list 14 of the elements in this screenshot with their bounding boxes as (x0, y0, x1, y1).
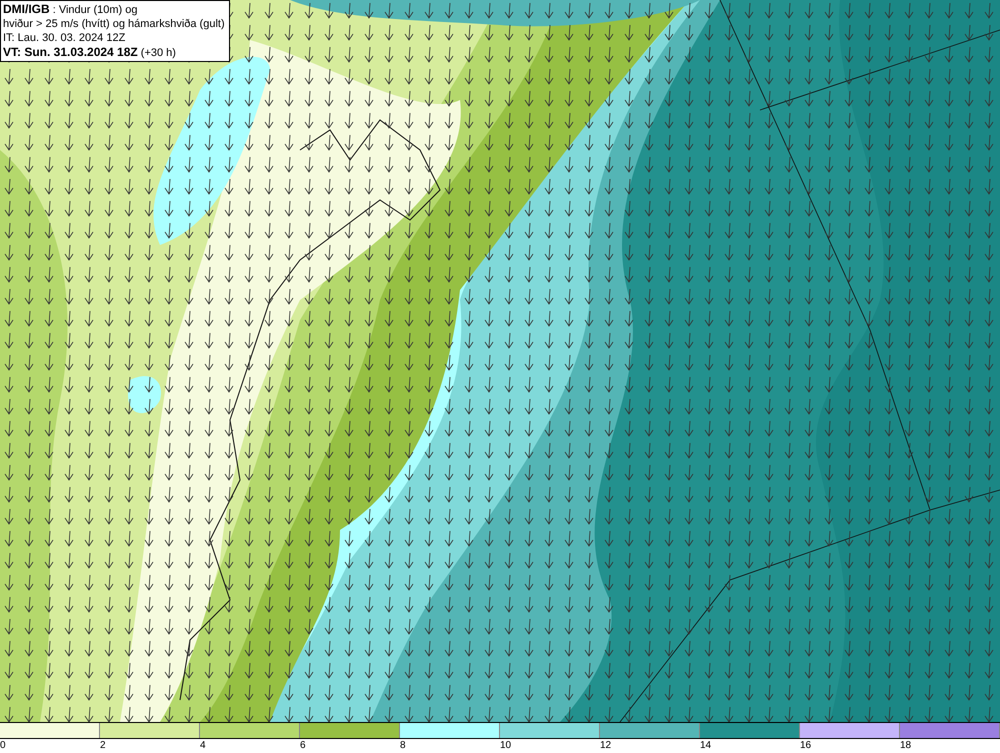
legend-tick-label: 10 (500, 739, 512, 753)
info-text: IT: Lau. 30. 03. 2024 12Z (3, 31, 126, 45)
legend-tick-label: 14 (700, 739, 712, 753)
legend-tick-label: 2 (100, 739, 106, 753)
legend-tick-label: 18 (900, 739, 912, 753)
legend-tick-label: 6 (300, 739, 306, 753)
info-text: VT: Sun. 31.03.2024 18Z (+30 h) (3, 45, 177, 60)
legend-tick-label: 4 (200, 739, 206, 753)
legend-tick-label: 12 (600, 739, 612, 753)
info-text: hviður > 25 m/s (hvítt) og hámarkshviða (gult) (3, 17, 225, 31)
legend-tick-label: 0 (0, 739, 6, 753)
legend-tick-label: 16 (800, 739, 812, 753)
info-text: DMI/IGB : Vindur (10m) og (3, 2, 139, 17)
legend-tick-label: 8 (400, 739, 406, 753)
